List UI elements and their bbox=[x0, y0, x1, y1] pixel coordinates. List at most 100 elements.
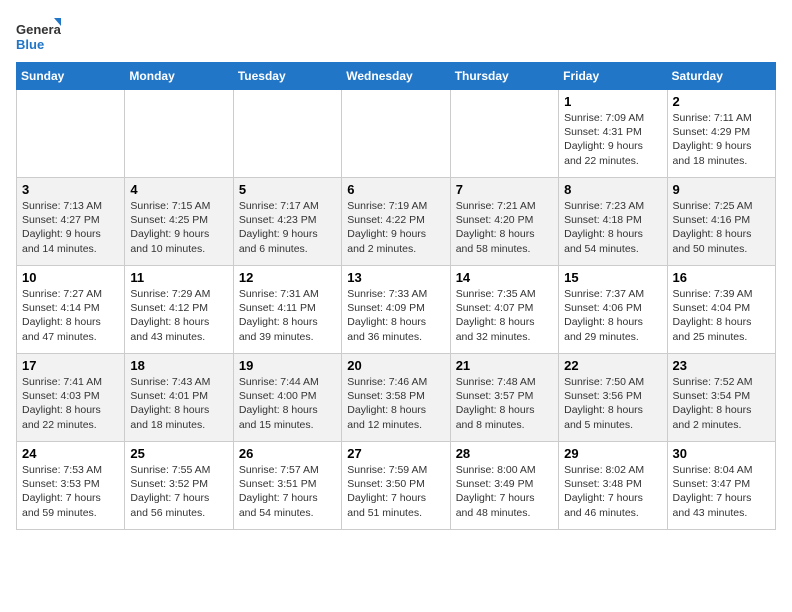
day-info: Sunrise: 8:00 AM Sunset: 3:49 PM Dayligh… bbox=[456, 463, 553, 520]
week-row-1: 1Sunrise: 7:09 AM Sunset: 4:31 PM Daylig… bbox=[17, 90, 776, 178]
calendar-cell: 6 Sunrise: 7:19 AM Sunset: 4:22 PM Daylig… bbox=[342, 178, 450, 266]
day-number: 15 bbox=[564, 270, 661, 285]
day-info: Sunrise: 7:41 AM Sunset: 4:03 PM Dayligh… bbox=[22, 375, 119, 432]
day-number: 22 bbox=[564, 358, 661, 373]
day-info: Sunrise: 7:59 AM Sunset: 3:50 PM Dayligh… bbox=[347, 463, 444, 520]
page-header: General Blue bbox=[16, 16, 776, 54]
day-info: Sunrise: 7:29 AM Sunset: 4:12 PM Dayligh… bbox=[130, 287, 227, 344]
week-row-2: 3 Sunrise: 7:13 AM Sunset: 4:27 PM Daylig… bbox=[17, 178, 776, 266]
calendar-cell bbox=[450, 90, 558, 178]
day-info: Sunrise: 7:39 AM Sunset: 4:04 PM Dayligh… bbox=[673, 287, 770, 344]
weekday-header-friday: Friday bbox=[559, 63, 667, 90]
day-info: Sunrise: 7:19 AM Sunset: 4:22 PM Dayligh… bbox=[347, 199, 444, 256]
day-number: 27 bbox=[347, 446, 444, 461]
day-info: Sunrise: 7:13 AM Sunset: 4:27 PM Dayligh… bbox=[22, 199, 119, 256]
day-number: 16 bbox=[673, 270, 770, 285]
day-number: 24 bbox=[22, 446, 119, 461]
weekday-header-saturday: Saturday bbox=[667, 63, 775, 90]
day-info: Sunrise: 7:55 AM Sunset: 3:52 PM Dayligh… bbox=[130, 463, 227, 520]
day-number: 18 bbox=[130, 358, 227, 373]
day-info: Sunrise: 7:17 AM Sunset: 4:23 PM Dayligh… bbox=[239, 199, 336, 256]
calendar-cell: 23Sunrise: 7:52 AM Sunset: 3:54 PM Dayli… bbox=[667, 354, 775, 442]
calendar-cell: 20 Sunrise: 7:46 AM Sunset: 3:58 PM Dayli… bbox=[342, 354, 450, 442]
day-number: 11 bbox=[130, 270, 227, 285]
logo: General Blue bbox=[16, 16, 61, 54]
calendar-cell: 29 Sunrise: 8:02 AM Sunset: 3:48 PM Dayli… bbox=[559, 442, 667, 530]
day-info: Sunrise: 7:48 AM Sunset: 3:57 PM Dayligh… bbox=[456, 375, 553, 432]
day-number: 8 bbox=[564, 182, 661, 197]
day-info: Sunrise: 7:37 AM Sunset: 4:06 PM Dayligh… bbox=[564, 287, 661, 344]
calendar-cell: 25 Sunrise: 7:55 AM Sunset: 3:52 PM Dayli… bbox=[125, 442, 233, 530]
calendar-cell: 27 Sunrise: 7:59 AM Sunset: 3:50 PM Dayli… bbox=[342, 442, 450, 530]
day-info: Sunrise: 7:44 AM Sunset: 4:00 PM Dayligh… bbox=[239, 375, 336, 432]
day-number: 21 bbox=[456, 358, 553, 373]
calendar-cell: 12 Sunrise: 7:31 AM Sunset: 4:11 PM Dayli… bbox=[233, 266, 341, 354]
day-info: Sunrise: 7:52 AM Sunset: 3:54 PM Dayligh… bbox=[673, 375, 770, 432]
day-number: 14 bbox=[456, 270, 553, 285]
calendar-cell: 5 Sunrise: 7:17 AM Sunset: 4:23 PM Daylig… bbox=[233, 178, 341, 266]
day-number: 6 bbox=[347, 182, 444, 197]
day-info: Sunrise: 7:11 AM Sunset: 4:29 PM Dayligh… bbox=[673, 111, 770, 168]
week-row-5: 24 Sunrise: 7:53 AM Sunset: 3:53 PM Dayli… bbox=[17, 442, 776, 530]
calendar-cell: 7 Sunrise: 7:21 AM Sunset: 4:20 PM Daylig… bbox=[450, 178, 558, 266]
day-number: 13 bbox=[347, 270, 444, 285]
day-info: Sunrise: 7:27 AM Sunset: 4:14 PM Dayligh… bbox=[22, 287, 119, 344]
calendar-cell bbox=[342, 90, 450, 178]
day-info: Sunrise: 7:23 AM Sunset: 4:18 PM Dayligh… bbox=[564, 199, 661, 256]
calendar-cell: 13Sunrise: 7:33 AM Sunset: 4:09 PM Dayli… bbox=[342, 266, 450, 354]
weekday-header-tuesday: Tuesday bbox=[233, 63, 341, 90]
calendar-cell bbox=[233, 90, 341, 178]
day-info: Sunrise: 7:57 AM Sunset: 3:51 PM Dayligh… bbox=[239, 463, 336, 520]
calendar-cell: 15 Sunrise: 7:37 AM Sunset: 4:06 PM Dayli… bbox=[559, 266, 667, 354]
weekday-header-row: SundayMondayTuesdayWednesdayThursdayFrid… bbox=[17, 63, 776, 90]
weekday-header-wednesday: Wednesday bbox=[342, 63, 450, 90]
calendar-table: SundayMondayTuesdayWednesdayThursdayFrid… bbox=[16, 62, 776, 530]
day-number: 20 bbox=[347, 358, 444, 373]
day-info: Sunrise: 7:53 AM Sunset: 3:53 PM Dayligh… bbox=[22, 463, 119, 520]
day-info: Sunrise: 7:35 AM Sunset: 4:07 PM Dayligh… bbox=[456, 287, 553, 344]
calendar-cell: 30 Sunrise: 8:04 AM Sunset: 3:47 PM Dayli… bbox=[667, 442, 775, 530]
day-number: 29 bbox=[564, 446, 661, 461]
calendar-cell: 1Sunrise: 7:09 AM Sunset: 4:31 PM Daylig… bbox=[559, 90, 667, 178]
day-number: 17 bbox=[22, 358, 119, 373]
weekday-header-sunday: Sunday bbox=[17, 63, 125, 90]
calendar-cell bbox=[17, 90, 125, 178]
calendar-cell: 10 Sunrise: 7:27 AM Sunset: 4:14 PM Dayli… bbox=[17, 266, 125, 354]
calendar-cell: 9Sunrise: 7:25 AM Sunset: 4:16 PM Daylig… bbox=[667, 178, 775, 266]
calendar-cell: 19 Sunrise: 7:44 AM Sunset: 4:00 PM Dayli… bbox=[233, 354, 341, 442]
calendar-cell: 4 Sunrise: 7:15 AM Sunset: 4:25 PM Daylig… bbox=[125, 178, 233, 266]
calendar-cell: 17 Sunrise: 7:41 AM Sunset: 4:03 PM Dayli… bbox=[17, 354, 125, 442]
day-info: Sunrise: 7:46 AM Sunset: 3:58 PM Dayligh… bbox=[347, 375, 444, 432]
day-number: 5 bbox=[239, 182, 336, 197]
day-info: Sunrise: 7:09 AM Sunset: 4:31 PM Dayligh… bbox=[564, 111, 661, 168]
day-number: 7 bbox=[456, 182, 553, 197]
day-info: Sunrise: 7:21 AM Sunset: 4:20 PM Dayligh… bbox=[456, 199, 553, 256]
day-number: 28 bbox=[456, 446, 553, 461]
day-info: Sunrise: 8:04 AM Sunset: 3:47 PM Dayligh… bbox=[673, 463, 770, 520]
day-info: Sunrise: 7:15 AM Sunset: 4:25 PM Dayligh… bbox=[130, 199, 227, 256]
day-info: Sunrise: 7:31 AM Sunset: 4:11 PM Dayligh… bbox=[239, 287, 336, 344]
day-number: 25 bbox=[130, 446, 227, 461]
day-number: 4 bbox=[130, 182, 227, 197]
day-info: Sunrise: 7:50 AM Sunset: 3:56 PM Dayligh… bbox=[564, 375, 661, 432]
day-number: 9 bbox=[673, 182, 770, 197]
calendar-cell: 11 Sunrise: 7:29 AM Sunset: 4:12 PM Dayli… bbox=[125, 266, 233, 354]
calendar-cell: 26 Sunrise: 7:57 AM Sunset: 3:51 PM Dayli… bbox=[233, 442, 341, 530]
calendar-cell: 18Sunrise: 7:43 AM Sunset: 4:01 PM Dayli… bbox=[125, 354, 233, 442]
day-number: 19 bbox=[239, 358, 336, 373]
svg-text:Blue: Blue bbox=[16, 37, 44, 52]
weekday-header-monday: Monday bbox=[125, 63, 233, 90]
calendar-cell: 14 Sunrise: 7:35 AM Sunset: 4:07 PM Dayli… bbox=[450, 266, 558, 354]
svg-text:General: General bbox=[16, 22, 61, 37]
day-number: 2 bbox=[673, 94, 770, 109]
day-info: Sunrise: 8:02 AM Sunset: 3:48 PM Dayligh… bbox=[564, 463, 661, 520]
day-number: 10 bbox=[22, 270, 119, 285]
calendar-cell: 21 Sunrise: 7:48 AM Sunset: 3:57 PM Dayli… bbox=[450, 354, 558, 442]
calendar-cell bbox=[125, 90, 233, 178]
logo-svg: General Blue bbox=[16, 16, 61, 54]
day-number: 30 bbox=[673, 446, 770, 461]
day-number: 26 bbox=[239, 446, 336, 461]
day-number: 12 bbox=[239, 270, 336, 285]
day-number: 3 bbox=[22, 182, 119, 197]
week-row-4: 17 Sunrise: 7:41 AM Sunset: 4:03 PM Dayli… bbox=[17, 354, 776, 442]
